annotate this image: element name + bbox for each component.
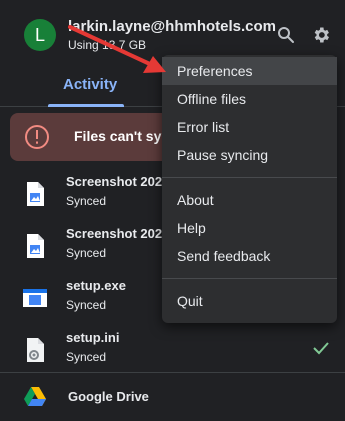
drive-panel: L larkin.layne@hhmhotels.com Using 13.7 … (0, 0, 345, 420)
exe-file-icon (23, 289, 47, 307)
image-file-icon (27, 182, 44, 206)
avatar[interactable]: L (24, 19, 56, 51)
active-tab-indicator (48, 104, 124, 107)
menu-item-label: Send feedback (177, 248, 271, 264)
menu-item-preferences[interactable]: Preferences (162, 57, 337, 85)
file-name: setup.exe (66, 278, 126, 293)
file-status: Synced (66, 246, 107, 260)
app-footer: Google Drive (0, 372, 345, 421)
account-email: larkin.layne@hhmhotels.com (68, 18, 277, 35)
file-status: Synced (66, 350, 107, 364)
menu-item-label: Offline files (177, 91, 246, 107)
search-button[interactable] (273, 22, 299, 48)
menu-item-send-feedback[interactable]: Send feedback (162, 242, 337, 270)
gear-icon (314, 27, 329, 43)
menu-item-pause-syncing[interactable]: Pause syncing (162, 141, 337, 169)
file-name: Screenshot 2024 (66, 174, 170, 189)
file-name: Screenshot 2024 (66, 226, 170, 241)
menu-item-label: About (177, 192, 214, 208)
error-icon (25, 125, 49, 149)
image-file-icon (27, 234, 44, 258)
file-name: setup.ini (66, 330, 120, 345)
menu-item-quit[interactable]: Quit (162, 287, 337, 315)
menu-item-label: Quit (177, 293, 203, 309)
menu-item-offline-files[interactable]: Offline files (162, 85, 337, 113)
file-status: Synced (66, 194, 107, 208)
google-drive-logo-icon (24, 387, 46, 406)
menu-item-label: Error list (177, 119, 230, 135)
storage-usage: Using 13.7 GB (68, 38, 147, 52)
menu-divider (162, 177, 337, 178)
menu-divider (162, 278, 337, 279)
ini-file-icon (27, 338, 44, 362)
settings-button[interactable] (308, 22, 334, 48)
tab-activity-label: Activity (63, 76, 118, 93)
search-icon (278, 27, 294, 43)
menu-item-label: Help (177, 220, 206, 236)
menu-item-about[interactable]: About (162, 186, 337, 214)
file-row[interactable]: setup.ini Synced (0, 324, 345, 376)
checkmark-icon (313, 342, 329, 355)
menu-item-help[interactable]: Help (162, 214, 337, 242)
footer-label: Google Drive (68, 389, 149, 404)
menu-item-label: Pause syncing (177, 147, 269, 163)
menu-item-label: Preferences (177, 63, 253, 79)
settings-menu: Preferences Offline files Error list Pau… (162, 55, 337, 323)
tab-activity[interactable]: Activity (48, 70, 124, 107)
file-status: Synced (66, 298, 107, 312)
menu-item-error-list[interactable]: Error list (162, 113, 337, 141)
